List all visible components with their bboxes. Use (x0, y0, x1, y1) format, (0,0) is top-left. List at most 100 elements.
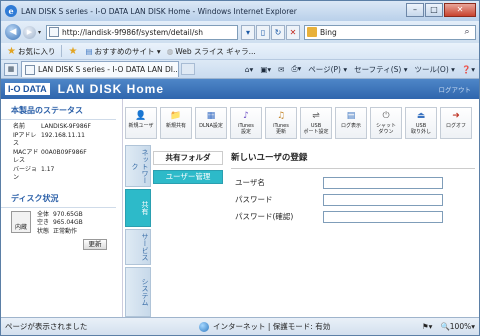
username-input[interactable] (323, 176, 443, 189)
folder-add-icon: 📁 (170, 111, 182, 121)
zoom-level[interactable]: 100% (450, 322, 471, 331)
close-button[interactable]: ✕ (444, 3, 476, 17)
quick-tabs-icon[interactable]: ▦ (4, 62, 18, 76)
status-value: 00A0B09F986F (41, 148, 87, 156)
status-bar: ページが表示されました インターネット | 保護モード: 有効 ⚑▾ 🔍 100… (1, 317, 479, 335)
status-key: MACアドレス (13, 148, 39, 165)
print-icon[interactable]: ⎙▾ (291, 64, 301, 74)
password-input[interactable] (323, 193, 443, 206)
safety-menu[interactable]: セーフティ(S) ▾ (354, 64, 407, 75)
address-bar: ◀ ▶ ▾ http://landisk-9f986f/system/detai… (1, 21, 479, 43)
category-tab[interactable]: サービス (125, 229, 151, 265)
url-field[interactable]: http://landisk-9f986f/system/detail/sh (46, 24, 239, 40)
status-row: IPアドレス 192.168.11.11 (1, 132, 122, 149)
usb-port-button[interactable]: ⇌ USB ポート設定 (300, 107, 332, 139)
update-button[interactable]: 更新 (83, 239, 107, 250)
disk-key: 状態 (37, 227, 50, 235)
disk-icon: 内蔵 (11, 210, 31, 233)
product-title: LAN DISK Home (57, 82, 165, 96)
page-content: I-O DATA LAN DISK Home ログアウト 本製品のステータス 名… (1, 79, 479, 317)
category-tab[interactable]: ネットワーク (125, 145, 151, 187)
forward-button[interactable]: ▶ (23, 25, 36, 39)
category-tab[interactable]: 共有 (125, 189, 151, 227)
toolbar-label: USB ポート設定 (303, 123, 329, 135)
user-registration-form: 新しいユーザの登録 ユーザ名 パスワード パスワード(確認) (231, 151, 475, 227)
disk-icon-label: 内蔵 (14, 223, 27, 231)
maximize-button[interactable]: □ (425, 3, 443, 17)
separator (61, 45, 63, 57)
browser-window: e LAN DISK S series - I-O DATA LAN DISK … (0, 0, 480, 336)
brand-logo: I-O DATA (5, 83, 50, 95)
status-value: 192.168.11.11 (41, 131, 85, 139)
bing-icon (307, 27, 318, 37)
shared-folder-link[interactable]: 共有フォルダ (153, 151, 223, 165)
zoom-dropdown-icon[interactable]: ▾ (471, 322, 475, 331)
status-row: 名前 LANDISK-9F986F (1, 123, 122, 132)
help-menu[interactable]: ❓▾ (462, 65, 475, 74)
disk-value: 965.04GB (53, 219, 83, 226)
tab-label: LAN DISK S series - I-O DATA LAN DI... (38, 65, 179, 74)
toolbar-label: ログオフ (445, 123, 466, 129)
logoff-button[interactable]: ➜ ログオフ (440, 107, 472, 139)
usb-remove-button[interactable]: ⏏ USB 取り外し (405, 107, 437, 139)
toolbar-label: ログ表示 (340, 123, 361, 129)
category-tabs: ネットワーク 共有 サービス システム (125, 145, 151, 317)
dlna-icon: ▦ (206, 111, 216, 121)
log-button[interactable]: ▤ ログ表示 (335, 107, 367, 139)
shutdown-button[interactable]: ⏻ シャット ダウン (370, 107, 402, 139)
user-add-button[interactable]: 👤 新規ユーザ (125, 107, 157, 139)
security-icon[interactable]: ⚑▾ (422, 322, 433, 331)
tools-menu[interactable]: ツール(O) ▾ (414, 64, 454, 75)
password-confirm-input[interactable] (323, 210, 443, 223)
page-icon (49, 27, 60, 37)
search-text: Bing (320, 27, 337, 37)
home-icon[interactable]: ⌂▾ (245, 65, 254, 74)
stop-icon[interactable]: ✕ (286, 24, 301, 40)
user-add-icon: 👤 (135, 111, 147, 121)
recommended-sites-link[interactable]: ▤ おすすめのサイト ▾ (85, 46, 160, 57)
status-text: ページが表示されました (5, 322, 88, 331)
page-menu[interactable]: ページ(P) ▾ (308, 64, 347, 75)
new-tab-button[interactable] (181, 63, 195, 75)
search-icon[interactable]: ⌕ (459, 26, 475, 39)
status-panel: 本製品のステータス 名前 LANDISK-9F986F IPアドレス 192.168.… (1, 99, 123, 317)
favorites-button[interactable]: ★ お気に入り (7, 46, 55, 57)
folder-add-button[interactable]: 📁 新規共有 (160, 107, 192, 139)
back-button[interactable]: ◀ (5, 24, 21, 40)
field-label: パスワード(確認) (235, 212, 294, 221)
disk-row: 状態 正常動作 (37, 228, 83, 237)
webslice-icon: ◍ (166, 46, 174, 56)
ie-logo-icon: e (5, 5, 17, 17)
header-logout-link[interactable]: ログアウト (439, 84, 472, 94)
usb-remove-icon: ⏏ (416, 111, 426, 121)
form-row: ユーザ名 (231, 176, 475, 189)
category-tab[interactable]: システム (125, 267, 151, 317)
itunes-update-button[interactable]: ♫ iTunes 更新 (265, 107, 297, 139)
zoom-icon: 🔍 (440, 322, 450, 331)
status-key: 名前 (13, 123, 26, 130)
tab-page-icon (25, 64, 35, 75)
itunes-button[interactable]: ♪ iTunes 設定 (230, 107, 262, 139)
search-box[interactable]: Bing ⌕ (304, 24, 477, 40)
refresh-icon[interactable]: ↻ (271, 24, 286, 40)
status-key: IPアドレス (13, 131, 37, 148)
add-favorite-icon[interactable]: ★ (68, 46, 79, 57)
url-dropdown-icon[interactable]: ▾ (241, 24, 256, 40)
page-icon: ▤ (85, 46, 93, 56)
feeds-icon[interactable]: ▣▾ (260, 65, 271, 74)
toolbar-label: 新規ユーザ (128, 123, 154, 129)
zone-text: インターネット | 保護モード: 有効 (213, 322, 331, 331)
dlna-button[interactable]: ▦ DLNA設定 (195, 107, 227, 139)
minimize-button[interactable]: – (406, 3, 424, 17)
form-row: パスワード(確認) (231, 210, 475, 223)
disk-key: 空き (37, 219, 50, 226)
form-title: 新しいユーザの登録 (231, 151, 475, 169)
toolbar-label: DLNA設定 (199, 123, 223, 129)
history-dropdown-icon[interactable]: ▾ (38, 29, 41, 36)
tab-landisk[interactable]: LAN DISK S series - I-O DATA LAN DI... (21, 61, 179, 77)
function-toolbar: 👤 新規ユーザ 📁 新規共有 ▦ DLNA設定 ♪ iTunes 設定 ♫ iTunes 更新 ⇌ U… (125, 107, 479, 145)
web-slice-link[interactable]: ◍ Web スライス ギャラ... (167, 46, 256, 57)
mail-icon[interactable]: ✉ (278, 65, 284, 74)
compat-view-icon[interactable]: ▯ (256, 24, 271, 40)
user-management-link[interactable]: ユーザー管理 (153, 170, 223, 184)
